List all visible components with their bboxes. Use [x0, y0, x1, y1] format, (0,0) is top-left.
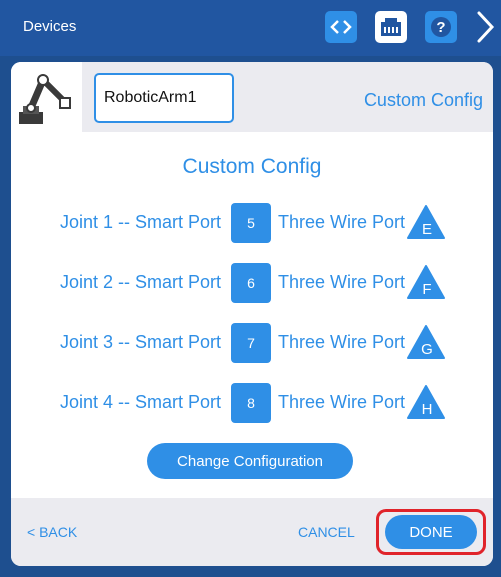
joint-row-4: Joint 4 -- Smart Port 8 Three Wire Port …	[11, 383, 493, 423]
joint-label: Joint 3 -- Smart Port	[60, 332, 222, 352]
svg-text:F: F	[422, 281, 431, 298]
code-icon	[330, 20, 352, 34]
top-bar: Devices ?	[0, 0, 501, 56]
robotic-arm-icon	[19, 74, 71, 124]
ports-button[interactable]	[375, 11, 407, 43]
joint-row-3: Joint 3 -- Smart Port 7 Three Wire Port …	[11, 323, 493, 363]
smart-port-button[interactable]: 6	[231, 263, 271, 303]
help-button[interactable]: ?	[425, 11, 457, 43]
device-config-panel: Custom Config Custom Config Joint 1 -- S…	[11, 62, 493, 566]
svg-text:H: H	[422, 401, 433, 418]
ports-icon	[381, 18, 401, 36]
three-wire-label: Three Wire Port	[278, 272, 406, 292]
svg-text:?: ?	[436, 19, 445, 36]
footer-bar: < BACK CANCEL DONE	[11, 498, 493, 566]
joint-label: Joint 1 -- Smart Port	[60, 212, 222, 232]
device-avatar	[11, 62, 82, 132]
section-title: Custom Config	[182, 155, 322, 178]
three-wire-label: Three Wire Port	[278, 332, 406, 352]
chevron-right-icon[interactable]	[470, 8, 500, 46]
custom-config-link[interactable]: Custom Config	[364, 90, 483, 111]
smart-port-button[interactable]: 7	[231, 323, 271, 363]
three-wire-port-button[interactable]: H	[406, 384, 446, 420]
back-button[interactable]: < BACK	[27, 524, 77, 540]
help-icon: ?	[431, 17, 451, 37]
code-button[interactable]	[325, 11, 357, 43]
cancel-button[interactable]: CANCEL	[298, 524, 355, 540]
change-configuration-button[interactable]: Change Configuration	[147, 443, 353, 479]
device-name-input[interactable]	[94, 73, 234, 123]
svg-text:E: E	[422, 221, 432, 238]
joint-row-2: Joint 2 -- Smart Port 6 Three Wire Port …	[11, 263, 493, 303]
joint-label: Joint 4 -- Smart Port	[60, 392, 222, 412]
three-wire-port-button[interactable]: E	[406, 204, 446, 240]
three-wire-label: Three Wire Port	[278, 212, 406, 232]
page-title: Devices	[23, 18, 77, 35]
joint-label: Joint 2 -- Smart Port	[60, 272, 222, 292]
smart-port-button[interactable]: 5	[231, 203, 271, 243]
joint-row-1: Joint 1 -- Smart Port 5 Three Wire Port …	[11, 203, 493, 243]
done-button[interactable]: DONE	[385, 515, 477, 549]
device-header: Custom Config	[11, 62, 493, 132]
three-wire-port-button[interactable]: F	[406, 264, 446, 300]
svg-text:G: G	[421, 341, 433, 358]
three-wire-label: Three Wire Port	[278, 392, 406, 412]
smart-port-button[interactable]: 8	[231, 383, 271, 423]
three-wire-port-button[interactable]: G	[406, 324, 446, 360]
